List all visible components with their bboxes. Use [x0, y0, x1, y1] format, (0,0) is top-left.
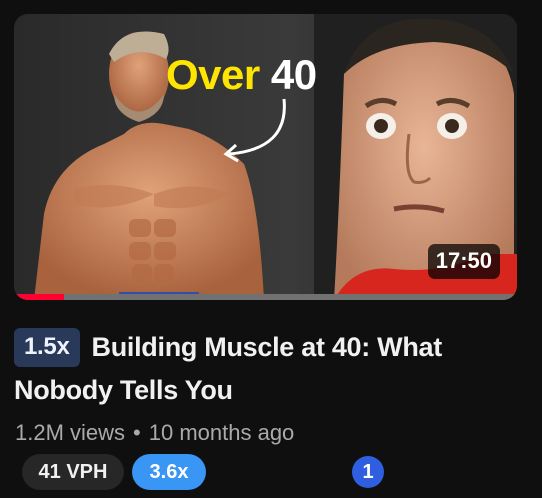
- video-title[interactable]: 1.5x Building Muscle at 40: What Nobody T…: [14, 326, 514, 412]
- thumbnail-headline-word-2: 40: [270, 51, 317, 98]
- thumbnail-headline: Over 40: [166, 54, 317, 96]
- outlier-multiplier-badge: 3.6x: [132, 454, 206, 490]
- thumbnail-headline-word-1: Over: [166, 51, 260, 98]
- duration-badge: 17:50: [427, 244, 500, 279]
- watch-progress-fill: [14, 294, 65, 300]
- upload-age: 10 months ago: [148, 420, 295, 445]
- video-metadata: 1.2M views • 10 months ago: [15, 420, 294, 446]
- video-thumbnail[interactable]: Over 40 17:50: [14, 14, 517, 300]
- rank-badge: 1: [352, 456, 384, 488]
- view-count: 1.2M views: [15, 420, 126, 445]
- metadata-separator: •: [133, 420, 141, 445]
- watch-progress-track: [14, 294, 517, 300]
- video-card[interactable]: Over 40 17:50 1.5x Building Muscle at 40:…: [0, 0, 542, 498]
- vph-badge: 41 VPH: [22, 454, 124, 490]
- playback-speed-badge: 1.5x: [14, 328, 80, 367]
